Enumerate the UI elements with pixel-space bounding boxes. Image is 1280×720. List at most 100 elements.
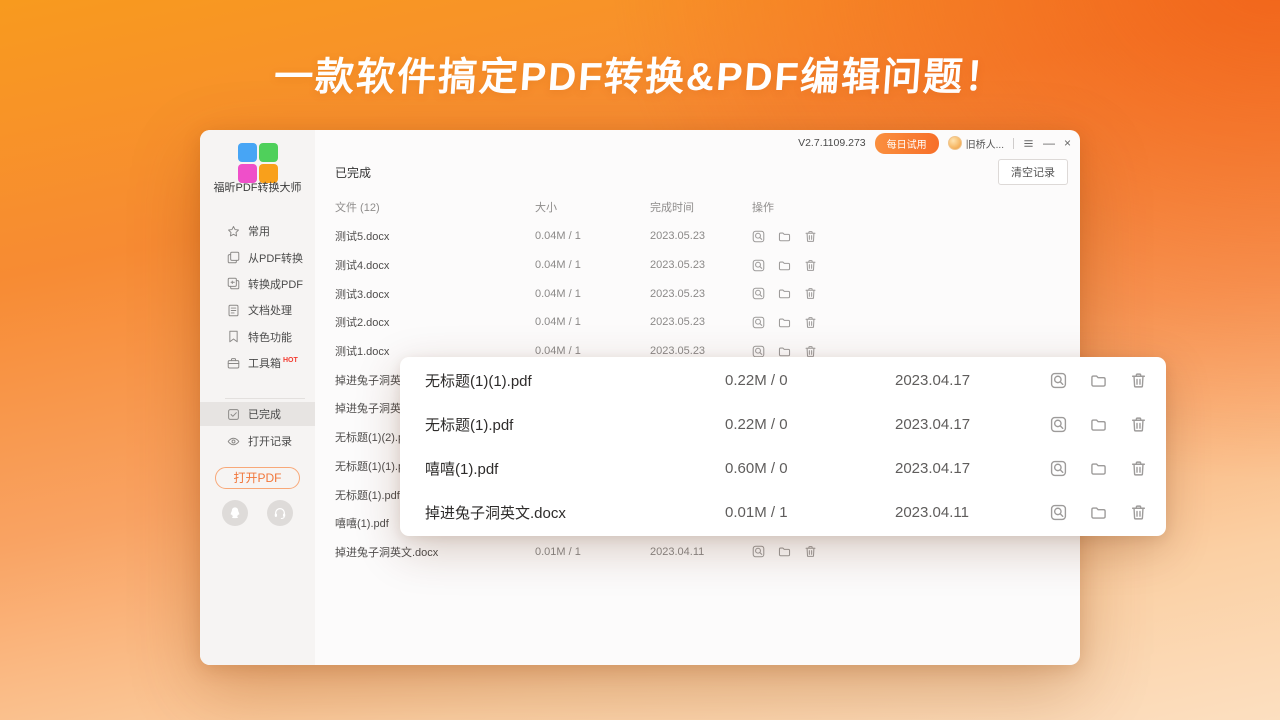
preview-icon [752, 287, 765, 300]
avatar [948, 136, 962, 150]
open-folder-button[interactable] [778, 259, 791, 272]
row-actions [1050, 372, 1166, 389]
sidebar-item-completed[interactable]: 已完成 [200, 402, 315, 426]
logo-square-blue [238, 143, 257, 162]
delete-button[interactable] [804, 230, 817, 243]
preview-button[interactable] [1050, 504, 1067, 521]
delete-button[interactable] [1130, 460, 1147, 477]
file-size: 0.22M / 0 [725, 372, 895, 389]
row-actions [752, 259, 1080, 272]
minimize-button[interactable]: — [1043, 137, 1055, 149]
file-time: 2023.04.17 [895, 416, 1050, 433]
folder-icon [778, 345, 791, 358]
preview-button[interactable] [752, 287, 765, 300]
open-folder-button[interactable] [1090, 504, 1107, 521]
row-actions [752, 316, 1080, 329]
preview-button[interactable] [752, 345, 765, 358]
open-folder-button[interactable] [778, 287, 791, 300]
sidebar-item-common[interactable]: 常用 [200, 218, 315, 244]
folder-icon [778, 316, 791, 329]
folder-icon [778, 287, 791, 300]
open-folder-button[interactable] [778, 316, 791, 329]
file-name: 测试4.docx [335, 257, 535, 273]
file-name: 嘻嘻(1).pdf [425, 458, 725, 479]
delete-button[interactable] [804, 287, 817, 300]
open-folder-button[interactable] [1090, 372, 1107, 389]
preview-button[interactable] [752, 259, 765, 272]
delete-button[interactable] [804, 345, 817, 358]
close-button[interactable]: × [1064, 137, 1071, 149]
file-name: 测试2.docx [335, 314, 535, 330]
table-row: 测试4.docx 0.04M / 1 2023.05.23 [315, 251, 1080, 280]
sidebar-item-toolbox[interactable]: 工具箱 HOT [200, 350, 315, 376]
sidebar-item-open-history[interactable]: 打开记录 [200, 429, 315, 453]
preview-button[interactable] [752, 316, 765, 329]
table-row: 测试5.docx 0.04M / 1 2023.05.23 [315, 222, 1080, 251]
open-pdf-button[interactable]: 打开PDF [215, 467, 300, 489]
folder-icon [1090, 504, 1107, 521]
trash-icon [804, 545, 817, 558]
sidebar-item-to-pdf[interactable]: 转换成PDF [200, 271, 315, 297]
file-time: 2023.04.11 [650, 546, 752, 558]
preview-button[interactable] [1050, 460, 1067, 477]
file-time: 2023.04.17 [895, 460, 1050, 477]
delete-button[interactable] [1130, 372, 1147, 389]
preview-icon [752, 345, 765, 358]
trash-icon [804, 259, 817, 272]
customer-service-button[interactable] [267, 500, 293, 526]
open-folder-button[interactable] [1090, 416, 1107, 433]
file-name: 无标题(1)(1).pdf [425, 370, 725, 391]
open-folder-button[interactable] [778, 230, 791, 243]
open-folder-button[interactable] [778, 345, 791, 358]
row-actions [752, 545, 1080, 558]
file-size: 0.01M / 1 [535, 546, 650, 558]
file-time: 2023.05.23 [650, 288, 752, 300]
user-account[interactable]: 旧桥人... [948, 136, 1004, 151]
folder-icon [778, 545, 791, 558]
file-size: 0.22M / 0 [725, 416, 895, 433]
sidebar-menu: 常用 从PDF转换 转换成PDF 文档处理 特色功能 工具箱 HOT [200, 218, 315, 376]
sidebar-item-doc-process[interactable]: 文档处理 [200, 297, 315, 323]
trash-icon [1130, 416, 1147, 433]
version-label: V2.7.1109.273 [798, 137, 866, 149]
preview-icon [752, 316, 765, 329]
table-row: 测试3.docx 0.04M / 1 2023.05.23 [315, 279, 1080, 308]
file-time: 2023.04.17 [895, 372, 1050, 389]
sidebar-item-from-pdf[interactable]: 从PDF转换 [200, 244, 315, 270]
trash-icon [804, 345, 817, 358]
preview-button[interactable] [752, 230, 765, 243]
trash-icon [1130, 460, 1147, 477]
window-titlebar: V2.7.1109.273 每日试用 旧桥人... — × [798, 130, 1080, 156]
file-size: 0.04M / 1 [535, 316, 650, 328]
delete-button[interactable] [804, 316, 817, 329]
trash-icon [804, 287, 817, 300]
sidebar-item-label: 已完成 [248, 406, 281, 422]
sidebar-item-label: 工具箱 [248, 355, 281, 371]
preview-button[interactable] [752, 545, 765, 558]
menu-hamburger-icon[interactable] [1023, 138, 1034, 149]
file-size: 0.04M / 1 [535, 230, 650, 242]
preview-icon [1050, 460, 1067, 477]
completed-check-icon [227, 408, 240, 421]
open-folder-button[interactable] [778, 545, 791, 558]
delete-button[interactable] [1130, 504, 1147, 521]
folder-icon [778, 230, 791, 243]
qq-support-button[interactable] [222, 500, 248, 526]
sidebar-item-label: 打开记录 [248, 433, 292, 449]
preview-button[interactable] [1050, 416, 1067, 433]
clear-records-button[interactable]: 清空记录 [998, 159, 1068, 185]
row-actions [1050, 416, 1166, 433]
delete-button[interactable] [1130, 416, 1147, 433]
daily-trial-button[interactable]: 每日试用 [875, 133, 939, 154]
delete-button[interactable] [804, 545, 817, 558]
sidebar-item-features[interactable]: 特色功能 [200, 324, 315, 350]
preview-button[interactable] [1050, 372, 1067, 389]
popup-row: 无标题(1).pdf 0.22M / 0 2023.04.17 [400, 402, 1166, 446]
from-pdf-icon [227, 251, 240, 264]
username-label: 旧桥人... [966, 136, 1004, 151]
delete-button[interactable] [804, 259, 817, 272]
sidebar-records: 已完成 打开记录 [200, 402, 315, 456]
open-folder-button[interactable] [1090, 460, 1107, 477]
file-time: 2023.05.23 [650, 259, 752, 271]
trash-icon [1130, 372, 1147, 389]
